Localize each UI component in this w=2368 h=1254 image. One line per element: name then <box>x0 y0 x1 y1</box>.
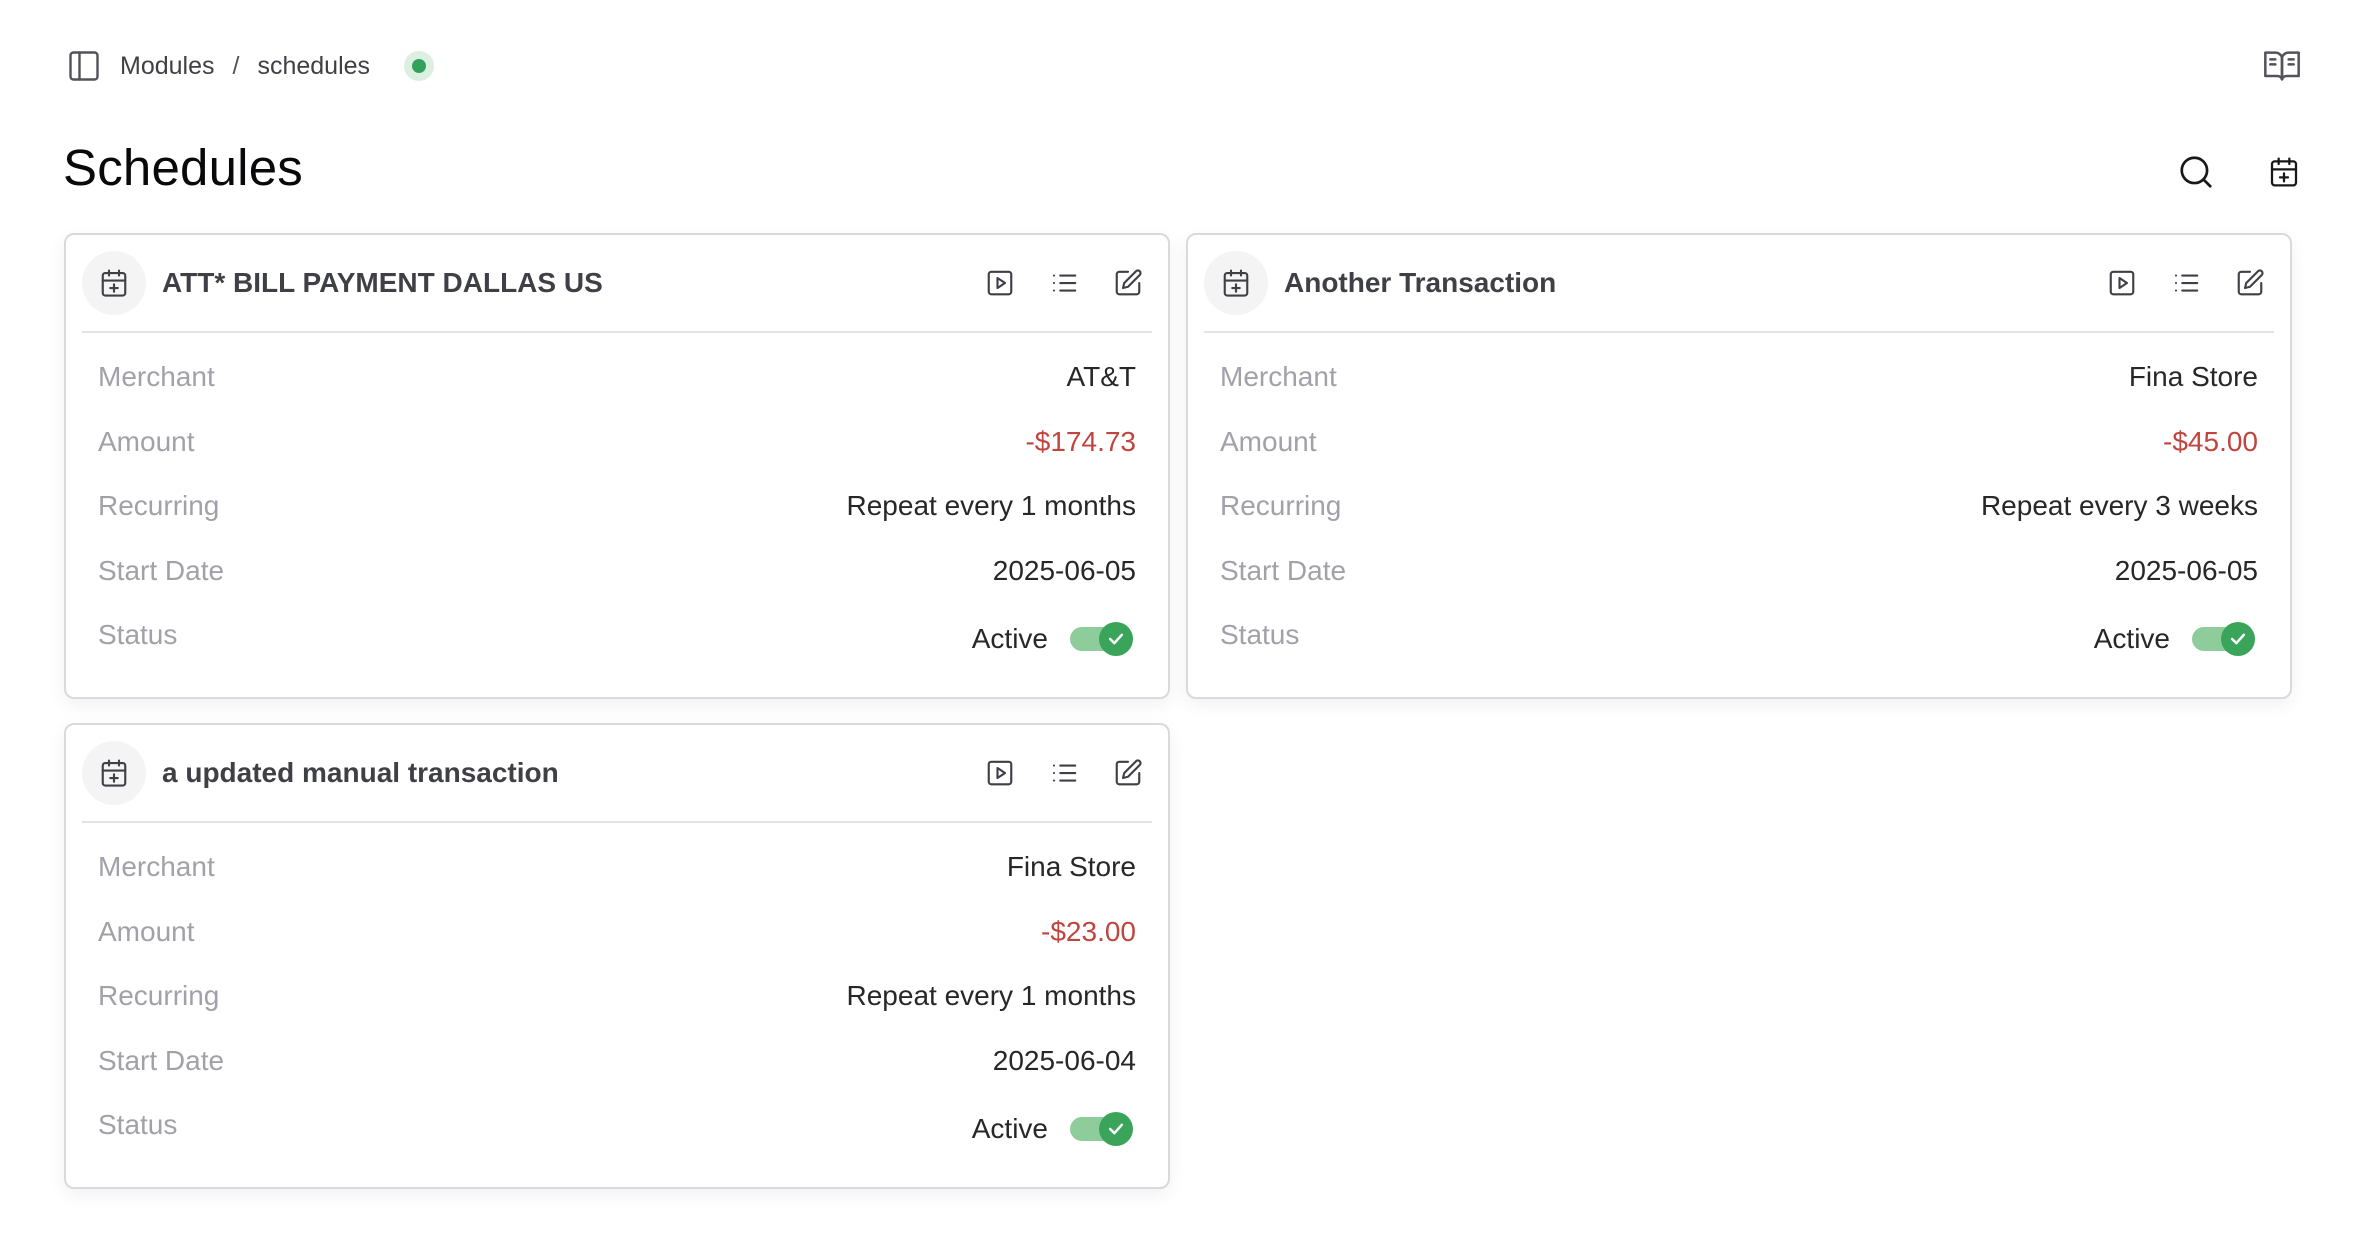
amount-row: Amount -$174.73 <box>98 426 1136 491</box>
active-toggle[interactable] <box>1070 1112 1133 1146</box>
start-date-row: Start Date 2025-06-04 <box>98 1045 1136 1110</box>
card-details: Merchant AT&T Amount -$174.73 Recurring … <box>98 361 1136 684</box>
connection-status-indicator <box>404 51 435 81</box>
status-value: Active <box>2093 623 2170 654</box>
schedule-card: a updated manual transaction Merchant Fi… <box>64 723 1170 1189</box>
book-open-icon[interactable] <box>2260 44 2304 88</box>
recurring-value: Repeat every 1 months <box>846 490 1137 521</box>
start-date-label: Start Date <box>98 554 225 586</box>
list-icon[interactable] <box>2168 265 2204 301</box>
active-toggle[interactable] <box>2192 622 2255 656</box>
start-date-label: Start Date <box>98 1044 225 1076</box>
breadcrumb-separator: / <box>232 51 240 80</box>
status-row: Status Active <box>98 619 1136 684</box>
play-square-icon[interactable] <box>2104 265 2140 301</box>
recurring-label: Recurring <box>98 980 220 1011</box>
amount-label: Amount <box>98 915 195 947</box>
list-icon[interactable] <box>1046 265 1082 301</box>
merchant-value: AT&T <box>1066 361 1136 392</box>
merchant-value: Fina Store <box>2128 361 2258 392</box>
status-value: Active <box>971 1113 1048 1144</box>
recurring-label: Recurring <box>1220 490 1342 521</box>
merchant-label: Merchant <box>98 851 215 882</box>
status-control: Active <box>2093 622 2258 656</box>
edit-icon[interactable] <box>1110 755 1146 791</box>
breadcrumb-current: schedules <box>257 51 371 80</box>
status-label: Status <box>1220 619 1300 650</box>
play-square-icon[interactable] <box>982 755 1018 791</box>
merchant-label: Merchant <box>1220 361 1337 392</box>
recurring-row: Recurring Repeat every 1 months <box>98 490 1136 555</box>
sidebar-toggle-icon[interactable] <box>64 46 104 86</box>
status-label: Status <box>98 619 178 650</box>
top-bar: Modules / schedules <box>64 44 2304 88</box>
calendar-plus-icon <box>82 251 146 315</box>
header-actions <box>2176 152 2304 192</box>
recurring-value: Repeat every 3 weeks <box>1980 490 2258 521</box>
amount-value: -$174.73 <box>1025 425 1136 457</box>
start-date-row: Start Date 2025-06-05 <box>98 555 1136 620</box>
breadcrumb-root[interactable]: Modules <box>120 52 215 81</box>
edit-icon[interactable] <box>2232 265 2268 301</box>
amount-row: Amount -$45.00 <box>1220 426 2258 491</box>
amount-row: Amount -$23.00 <box>98 916 1136 981</box>
play-square-icon[interactable] <box>982 265 1018 301</box>
status-row: Status Active <box>98 1109 1136 1174</box>
edit-icon[interactable] <box>1110 265 1146 301</box>
merchant-row: Merchant AT&T <box>98 361 1136 426</box>
start-date-label: Start Date <box>1220 554 1347 586</box>
card-title: ATT* BILL PAYMENT DALLAS US <box>162 267 603 298</box>
page-title: Schedules <box>63 139 303 196</box>
breadcrumb: Modules / schedules <box>120 52 370 81</box>
amount-label: Amount <box>1220 425 1317 457</box>
schedule-card: ATT* BILL PAYMENT DALLAS US Merchant AT&… <box>64 233 1170 699</box>
amount-label: Amount <box>98 425 195 457</box>
status-value: Active <box>971 623 1048 654</box>
start-date-value: 2025-06-05 <box>2114 554 2258 586</box>
start-date-row: Start Date 2025-06-05 <box>1220 555 2258 620</box>
recurring-value: Repeat every 1 months <box>846 980 1137 1011</box>
card-header: ATT* BILL PAYMENT DALLAS US <box>82 235 1152 333</box>
status-label: Status <box>98 1109 178 1140</box>
list-icon[interactable] <box>1046 755 1082 791</box>
card-title: Another Transaction <box>1284 267 1557 298</box>
amount-value: -$23.00 <box>1041 915 1136 947</box>
card-actions <box>982 755 1146 791</box>
card-header: Another Transaction <box>1204 235 2274 333</box>
merchant-value: Fina Store <box>1006 851 1136 882</box>
check-icon <box>2221 622 2255 656</box>
check-icon <box>1099 1112 1133 1146</box>
card-actions <box>982 265 1146 301</box>
calendar-plus-icon <box>82 741 146 805</box>
schedule-card: Another Transaction Merchant Fina Store … <box>1186 233 2292 699</box>
recurring-row: Recurring Repeat every 3 weeks <box>1220 490 2258 555</box>
merchant-row: Merchant Fina Store <box>1220 361 2258 426</box>
check-icon <box>1099 622 1133 656</box>
status-control: Active <box>971 1112 1136 1146</box>
amount-value: -$45.00 <box>2163 425 2258 457</box>
recurring-label: Recurring <box>98 490 220 521</box>
merchant-label: Merchant <box>98 361 215 392</box>
card-details: Merchant Fina Store Amount -$23.00 Recur… <box>98 851 1136 1174</box>
search-icon[interactable] <box>2176 152 2216 192</box>
calendar-plus-icon <box>1204 251 1268 315</box>
start-date-value: 2025-06-04 <box>992 1044 1136 1076</box>
calendar-plus-icon[interactable] <box>2264 152 2304 192</box>
recurring-row: Recurring Repeat every 1 months <box>98 980 1136 1045</box>
card-details: Merchant Fina Store Amount -$45.00 Recur… <box>1220 361 2258 684</box>
merchant-row: Merchant Fina Store <box>98 851 1136 916</box>
card-header: a updated manual transaction <box>82 725 1152 823</box>
start-date-value: 2025-06-05 <box>992 554 1136 586</box>
card-actions <box>2104 265 2268 301</box>
card-title: a updated manual transaction <box>162 757 559 788</box>
status-row: Status Active <box>1220 619 2258 684</box>
status-control: Active <box>971 622 1136 656</box>
active-toggle[interactable] <box>1070 622 1133 656</box>
